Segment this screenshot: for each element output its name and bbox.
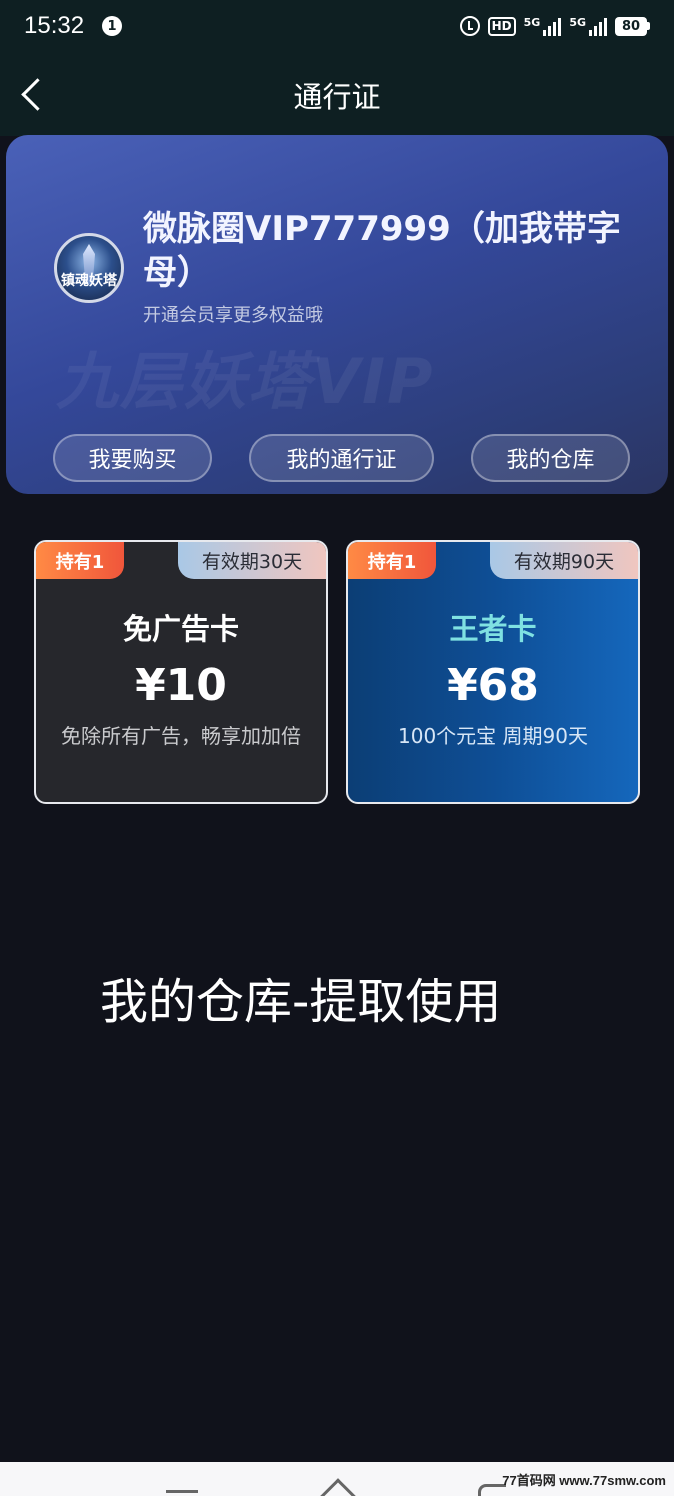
ad-free-card[interactable]: 持有1 有效期30天 免广告卡 ¥10 免除所有广告，畅享加加倍 <box>34 540 328 804</box>
avatar[interactable]: 镇魂妖塔 <box>54 233 124 303</box>
user-name: 微脉圈VIP777999（加我带字母） <box>143 209 621 293</box>
signal-label: 5G <box>523 16 541 29</box>
signal-icon: 5G <box>524 16 562 36</box>
menu-icon[interactable] <box>166 1490 198 1493</box>
battery-icon: 80 <box>615 16 650 36</box>
warehouse-button[interactable]: 我的仓库 <box>471 434 630 482</box>
hd-icon: HD <box>487 16 516 36</box>
signal-label-2: 5G <box>569 16 586 29</box>
signal-icon-2: 5G <box>569 16 607 36</box>
card-price: ¥68 <box>447 660 539 711</box>
system-nav-bar: 77首码网 www.77smw.com <box>0 1462 674 1496</box>
buy-button[interactable]: 我要购买 <box>53 434 212 482</box>
held-badge: 持有1 <box>348 542 436 579</box>
card-name: 王者卡 <box>449 612 537 646</box>
card-name: 免广告卡 <box>122 612 239 646</box>
status-time: 15:32 <box>24 12 85 39</box>
king-card[interactable]: 持有1 有效期90天 王者卡 ¥68 100个元宝 周期90天 <box>346 540 640 804</box>
card-description: 100个元宝 周期90天 <box>398 724 588 748</box>
held-badge: 持有1 <box>36 542 124 579</box>
vip-hero-card: 九层妖塔VIP 镇魂妖塔 微脉圈VIP777999（加我带字母） 开通会员享更多… <box>6 135 668 494</box>
hero-watermark: 九层妖塔VIP <box>56 345 435 418</box>
my-pass-button[interactable]: 我的通行证 <box>249 434 434 482</box>
validity-badge: 有效期30天 <box>178 542 326 579</box>
card-price: ¥10 <box>135 660 227 711</box>
home-icon[interactable] <box>318 1478 358 1496</box>
status-indicators: HD 5G 5G 80 <box>459 16 650 36</box>
hero-subtitle: 开通会员享更多权益哦 <box>143 305 323 326</box>
card-description: 免除所有广告，畅享加加倍 <box>61 724 301 748</box>
alarm-icon <box>459 16 480 36</box>
nav-bar: 通行证 <box>0 52 674 136</box>
page-title: 通行证 <box>293 80 381 114</box>
battery-level: 80 <box>615 16 647 36</box>
notification-badge: 1 <box>102 16 123 36</box>
avatar-text: 镇魂妖塔 <box>61 273 117 289</box>
status-bar: 15:32 1 HD 5G 5G 80 <box>0 0 674 52</box>
site-watermark: 77首码网 www.77smw.com <box>502 1473 666 1488</box>
overlay-caption: 我的仓库-提取使用 <box>100 974 502 1030</box>
validity-badge: 有效期90天 <box>490 542 638 579</box>
